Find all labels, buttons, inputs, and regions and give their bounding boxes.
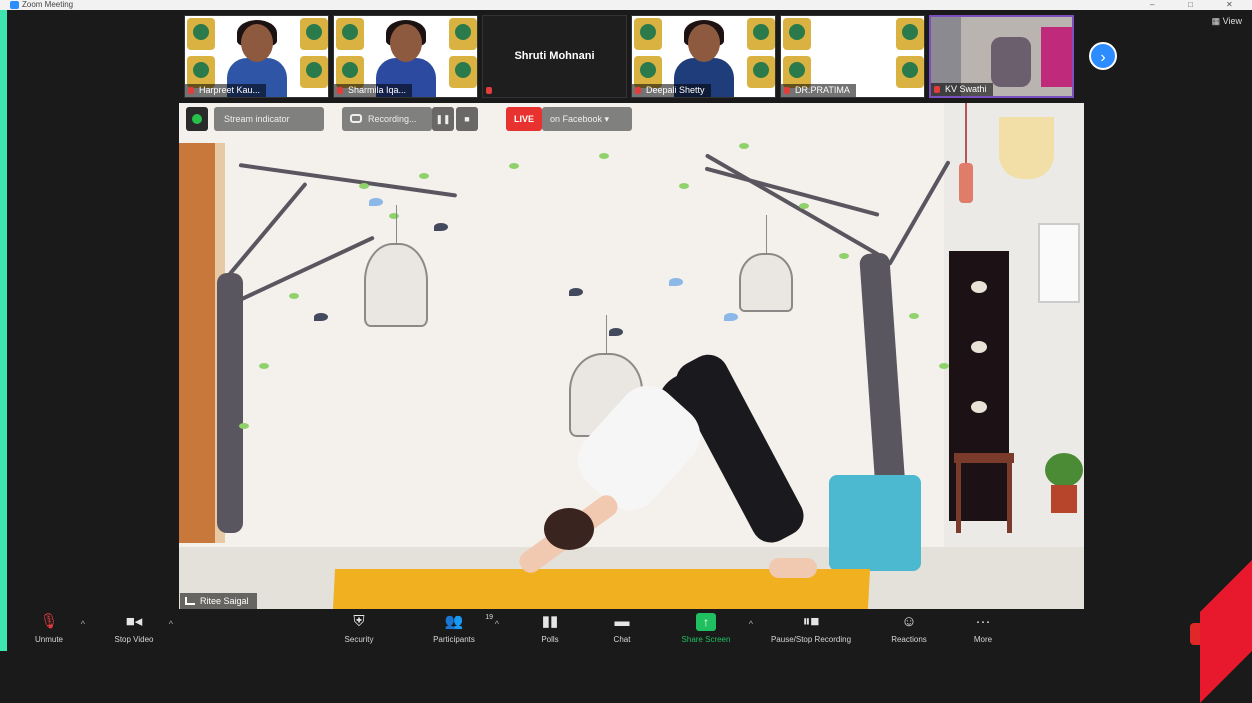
video-camera-icon: ■◂: [125, 613, 143, 630]
school-emblem-icon: [896, 18, 924, 50]
muted-mic-icon: 🎙: [39, 613, 59, 630]
participants-icon: 👥 19: [444, 613, 493, 630]
main-video: [179, 103, 1084, 609]
chevron-up-icon[interactable]: ^: [495, 619, 499, 629]
signal-icon: [185, 597, 195, 605]
school-emblem-icon: [747, 18, 775, 50]
chevron-up-icon[interactable]: ^: [749, 619, 753, 629]
participant-tile[interactable]: DR.PRATIMA: [780, 15, 925, 98]
school-emblem-icon: [300, 56, 328, 88]
participant-name-label: Sharmila Iqa...: [334, 84, 413, 97]
close-button[interactable]: ✕: [1226, 0, 1233, 10]
participant-strip: Harpreet Kau... Sharmila Iqa... Shruti M…: [184, 15, 1078, 98]
participant-name-center: Shruti Mohnani: [514, 50, 595, 62]
participant-tile[interactable]: Sharmila Iqa...: [333, 15, 478, 98]
participant-tile[interactable]: Harpreet Kau...: [184, 15, 329, 98]
shield-icon: ⛨: [353, 613, 365, 630]
side-table: [954, 453, 1014, 533]
yoga-figure-foot: [769, 558, 817, 578]
view-button[interactable]: ▦ View: [1212, 16, 1242, 27]
muted-mic-icon: [486, 87, 492, 94]
security-button[interactable]: ⛨ Security: [337, 613, 381, 644]
school-emblem-icon: [336, 18, 364, 50]
muted-mic-icon: [337, 87, 343, 94]
participant-name-label: KV Swathi: [931, 83, 993, 96]
chat-bubble-icon: ▬: [614, 613, 630, 630]
more-button[interactable]: ··· More: [967, 613, 999, 644]
participant-name-label: Harpreet Kau...: [185, 84, 267, 97]
bird-cage: [364, 205, 428, 327]
school-emblem-icon: [449, 18, 477, 50]
unmute-button[interactable]: 🎙 Unmute ^: [27, 613, 85, 644]
polls-button[interactable]: ▮▮ Polls: [535, 613, 565, 644]
live-badge: LIVE: [506, 107, 542, 131]
window-title: Zoom Meeting: [22, 0, 74, 9]
school-emblem-icon: [747, 56, 775, 88]
share-screen-button[interactable]: ↑ Share Screen ^: [673, 613, 753, 644]
window-titlebar: Zoom Meeting – □ ✕: [0, 0, 1252, 10]
smiley-icon: ☺: [901, 613, 917, 630]
school-emblem-icon: [300, 18, 328, 50]
left-edge-accent: [0, 0, 7, 651]
participant-name-label: DR.PRATIMA: [781, 84, 856, 97]
window: [1038, 223, 1080, 303]
connection-indicator[interactable]: [186, 107, 208, 131]
muted-mic-icon: [635, 87, 641, 94]
participant-tile[interactable]: Deepali Shetty: [631, 15, 776, 98]
participant-tile[interactable]: Shruti Mohnani: [482, 15, 627, 98]
stop-video-button[interactable]: ■◂ Stop Video ^: [109, 613, 174, 644]
bird-cage: [739, 215, 793, 312]
school-emblem-icon: [896, 56, 924, 88]
school-emblem-icon: [634, 18, 662, 50]
stop-recording-button[interactable]: ■: [456, 107, 478, 131]
school-emblem-icon: [187, 18, 215, 50]
muted-mic-icon: [934, 86, 940, 93]
yoga-figure-head: [544, 508, 594, 550]
muted-mic-icon: [188, 87, 194, 94]
green-dot-icon: [192, 114, 202, 124]
chat-button[interactable]: ▬ Chat: [607, 613, 637, 644]
chevron-up-icon[interactable]: ^: [169, 619, 173, 629]
zoom-app-icon: [10, 1, 19, 9]
pause-stop-icon: ⏸■: [802, 613, 820, 630]
participant-tile-active[interactable]: KV Swathi: [929, 15, 1074, 98]
stream-status: Stream indicator: [214, 107, 324, 131]
blue-stool: [829, 475, 921, 571]
live-target-dropdown[interactable]: on Facebook ▾: [542, 107, 632, 131]
recording-indicator: Recording...: [342, 107, 432, 131]
muted-mic-icon: [784, 87, 790, 94]
meeting-toolbar: 🎙 Unmute ^ ■◂ Stop Video ^ ⛨ Security 👥 1…: [7, 611, 1252, 651]
pause-recording-button[interactable]: ❚❚: [432, 107, 454, 131]
school-emblem-icon: [783, 18, 811, 50]
hanging-lamp: [999, 117, 1054, 179]
active-speaker-label: Ritee Saigal: [180, 593, 257, 609]
bar-chart-icon: ▮▮: [541, 613, 559, 630]
share-screen-icon: ↑: [696, 613, 716, 631]
chevron-up-icon[interactable]: ^: [81, 619, 85, 629]
school-emblem-icon: [449, 56, 477, 88]
participant-name-label: Deepali Shetty: [632, 84, 711, 97]
ellipsis-icon: ···: [975, 613, 991, 630]
participant-mic: [483, 84, 503, 97]
minimize-button[interactable]: –: [1150, 0, 1154, 10]
participants-button[interactable]: 👥 19 Participants ^: [423, 613, 499, 644]
chevron-right-icon[interactable]: ›: [1089, 42, 1117, 70]
hanging-lantern: [959, 103, 973, 213]
reactions-button[interactable]: ☺ Reactions: [883, 613, 935, 644]
potted-plant: [1045, 453, 1083, 513]
view-label: View: [1222, 16, 1242, 26]
cloud-recording-icon: [350, 114, 362, 123]
maximize-button[interactable]: □: [1188, 0, 1193, 10]
pause-stop-recording-button[interactable]: ⏸■ Pause/Stop Recording: [755, 613, 867, 644]
